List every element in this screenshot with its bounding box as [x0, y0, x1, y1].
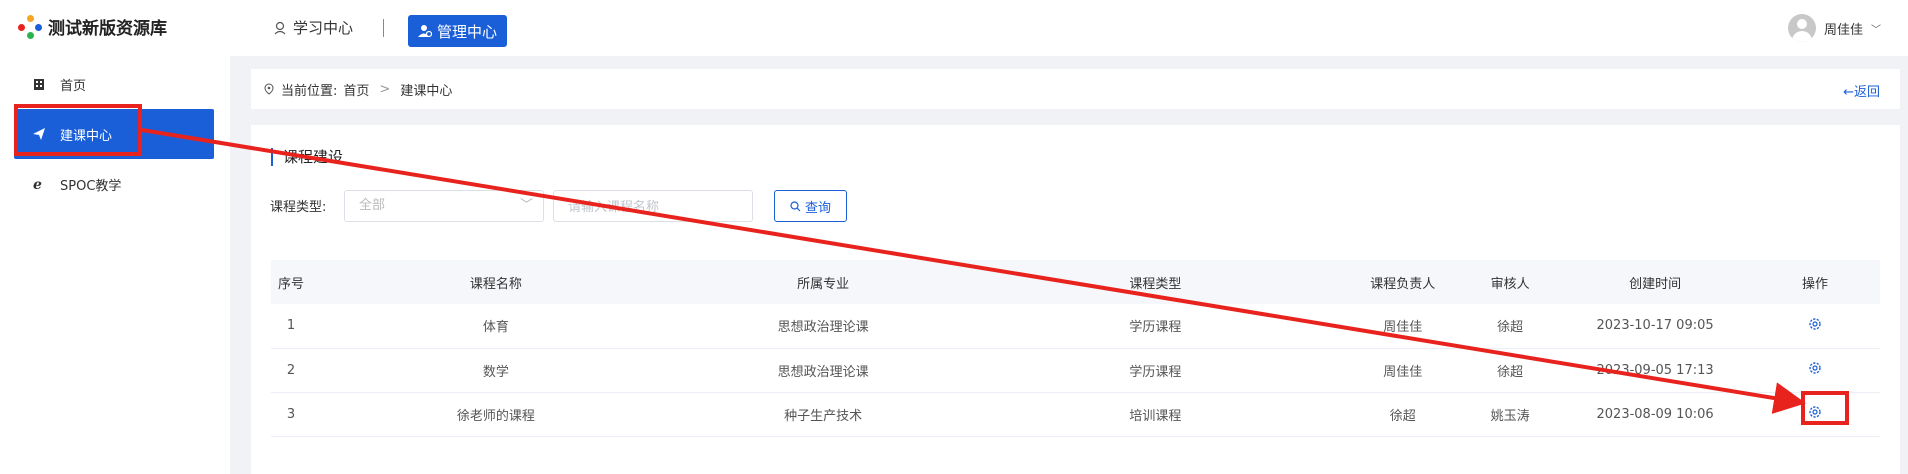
cell-owner: 徐超	[1345, 392, 1461, 437]
learning-icon	[274, 21, 286, 34]
query-button[interactable]: 查询	[774, 190, 847, 222]
cell-no: 3	[271, 392, 311, 437]
back-link[interactable]: ←返回	[1843, 81, 1880, 100]
course-type-select[interactable]: 全部 ﹀	[344, 190, 544, 222]
cell-type: 学历课程	[965, 304, 1346, 349]
course-type-value: 全部	[359, 198, 386, 213]
col-created: 创建时间	[1629, 276, 1682, 292]
course-panel: 课程建设 课程类型: 全部 ﹀ 查询 序号 课程名称 所属专业 课程类型 课程负…	[251, 125, 1900, 474]
sidebar-item-spoc[interactable]: e SPOC教学	[14, 159, 214, 209]
cell-type: 培训课程	[965, 392, 1346, 437]
ie-icon: e	[33, 177, 42, 191]
chevron-down-icon: ﹀	[519, 198, 533, 213]
cell-owner: 周佳佳	[1345, 348, 1461, 393]
cell-created: 2023-08-09 10:06	[1560, 392, 1751, 437]
nav-learning-label: 学习中心	[293, 19, 354, 37]
building-icon	[34, 79, 44, 90]
cell-major: 思想政治理论课	[680, 348, 966, 393]
settings-gear-icon[interactable]	[1808, 317, 1822, 331]
table-row: 1 体育 思想政治理论课 学历课程 周佳佳 徐超 2023-10-17 09:0…	[271, 304, 1880, 349]
logo-icon	[18, 14, 42, 39]
svg-text:e: e	[33, 177, 42, 191]
cell-owner: 周佳佳	[1345, 304, 1461, 349]
user-menu[interactable]: 周佳佳 ﹀	[1788, 14, 1908, 42]
col-type: 课程类型	[1129, 276, 1182, 292]
table-row: 2 数学 思想政治理论课 学历课程 周佳佳 徐超 2023-09-05 17:1…	[271, 348, 1880, 393]
course-type-label: 课程类型:	[270, 200, 327, 215]
search-icon	[790, 200, 801, 211]
nav-manage-center[interactable]: 管理中心	[408, 15, 508, 47]
cell-no: 1	[271, 304, 311, 349]
query-label: 查询	[804, 199, 831, 215]
col-owner: 课程负责人	[1370, 276, 1436, 292]
highlight-box-sidebar	[14, 104, 142, 156]
cell-major: 种子生产技术	[680, 392, 966, 437]
table-header-row: 序号 课程名称 所属专业 课程类型 课程负责人 审核人 创建时间 操作	[271, 260, 1880, 304]
cell-created: 2023-10-17 09:05	[1560, 304, 1751, 349]
nav-learning-center[interactable]: 学习中心	[273, 17, 353, 38]
course-table: 序号 课程名称 所属专业 课程类型 课程负责人 审核人 创建时间 操作 1 体育…	[271, 260, 1880, 437]
col-name: 课程名称	[469, 276, 522, 292]
app-logo[interactable]: 测试新版资源库	[18, 14, 167, 39]
col-action: 操作	[1802, 276, 1829, 292]
breadcrumb-home[interactable]: 首页	[343, 80, 369, 99]
user-name: 周佳佳	[1824, 22, 1864, 38]
section-title: 课程建设	[271, 148, 343, 166]
table-row: 3 徐老师的课程 种子生产技术 培训课程 徐超 姚玉涛 2023-08-09 1…	[271, 392, 1880, 437]
cell-major: 思想政治理论课	[680, 304, 966, 349]
settings-gear-icon[interactable]	[1808, 361, 1822, 375]
col-major: 所属专业	[797, 276, 850, 292]
cell-name: 体育	[310, 304, 681, 349]
cell-name: 徐老师的课程	[310, 392, 681, 437]
cell-reviewer: 姚玉涛	[1460, 392, 1561, 437]
cell-reviewer: 徐超	[1460, 348, 1561, 393]
cell-created: 2023-09-05 17:13	[1560, 348, 1751, 393]
cell-no: 2	[271, 348, 311, 393]
breadcrumb: 当前位置: 首页 > 建课中心 ←返回	[251, 69, 1900, 109]
chevron-right-icon: >	[379, 81, 391, 97]
cell-action	[1750, 348, 1880, 393]
breadcrumb-prefix: 当前位置:	[281, 83, 338, 99]
highlight-box-action	[1801, 391, 1849, 425]
manage-user-icon	[418, 25, 432, 38]
chevron-down-icon: ﹀	[1871, 24, 1882, 36]
location-icon	[264, 83, 274, 95]
cell-action	[1750, 304, 1880, 349]
col-no: 序号	[277, 276, 304, 292]
cell-name: 数学	[310, 348, 681, 393]
app-title: 测试新版资源库	[48, 19, 167, 39]
top-header: 测试新版资源库 学习中心 管理中心 周佳佳 ﹀	[0, 0, 1908, 56]
cell-type: 学历课程	[965, 348, 1346, 393]
col-reviewer: 审核人	[1490, 276, 1530, 292]
sidebar-item-label: 首页	[60, 78, 87, 94]
nav-divider	[383, 19, 384, 37]
sidebar-item-home[interactable]: 首页	[14, 59, 214, 109]
nav-manage-label: 管理中心	[437, 22, 498, 41]
breadcrumb-current: 建课中心	[400, 83, 453, 99]
avatar	[1788, 14, 1816, 42]
sidebar-item-label: SPOC教学	[60, 178, 122, 194]
cell-reviewer: 徐超	[1460, 304, 1561, 349]
course-name-input[interactable]	[553, 190, 753, 222]
